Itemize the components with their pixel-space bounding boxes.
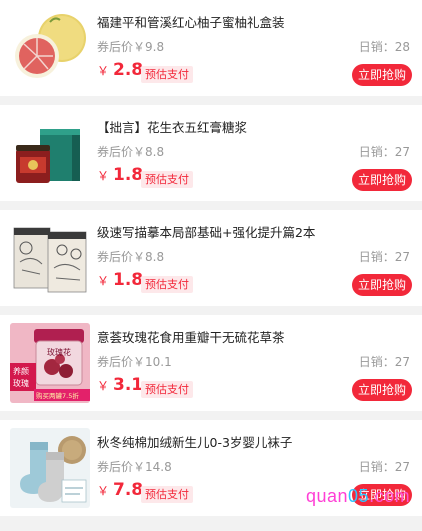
price: ￥ 7.8 (97, 480, 143, 500)
product-title[interactable]: 级速写描摹本局部基础+强化提升篇2本 (97, 222, 397, 241)
buy-now-button[interactable]: 立即抢购 (352, 169, 412, 191)
estimated-pay-tag: 预估支付 (141, 381, 193, 398)
coupon-price: 券后价￥9.8 (97, 40, 165, 54)
daily-sales: 日销：27 (358, 460, 410, 474)
price: ￥ 1.8 (97, 270, 143, 290)
daily-sales: 日销：27 (358, 355, 410, 369)
price-value: 1.8 (113, 270, 144, 290)
product-title[interactable]: 福建平和管溪红心柚子蜜柚礼盒装 (97, 12, 397, 31)
price-value: 3.1 (113, 375, 144, 395)
promo-banner: 购买两罐7.5折 (36, 391, 79, 400)
daily-sales: 日销：27 (358, 250, 410, 264)
syrup-box-image[interactable] (10, 113, 90, 193)
estimated-pay-tag: 预估支付 (141, 171, 193, 188)
product-card[interactable]: 福建平和管溪红心柚子蜜柚礼盒装 券后价￥9.8 日销：28 ￥ 2.8 预估支付 … (0, 0, 422, 96)
product-list: 福建平和管溪红心柚子蜜柚礼盒装 券后价￥9.8 日销：28 ￥ 2.8 预估支付 … (0, 0, 422, 531)
currency-symbol: ￥ (97, 274, 110, 288)
watermark-part2: 05 (348, 486, 370, 506)
buy-now-button[interactable]: 立即抢购 (352, 379, 412, 401)
coupon-price: 券后价￥8.8 (97, 250, 165, 264)
product-card[interactable]: 玫瑰花 养颜 玫瑰 购买两罐7.5折 意荟玫瑰花食用重瓣干无硫花草茶 券后价￥1… (0, 315, 422, 411)
product-title[interactable]: 秋冬纯棉加绒新生儿0-3岁婴儿袜子 (97, 432, 397, 451)
coupon-price: 券后价￥10.1 (97, 355, 172, 369)
currency-symbol: ￥ (97, 64, 110, 78)
watermark-part3: .com (369, 486, 411, 506)
badge-line2: 玫瑰 (13, 378, 29, 388)
watermark: quan05.com (306, 486, 410, 507)
jar-label: 玫瑰花 (47, 347, 71, 357)
baby-socks-image[interactable] (10, 428, 90, 508)
product-card[interactable]: 【拙言】花生衣五红膏糖浆 券后价￥8.8 日销：27 ￥ 1.8 预估支付 立即抢… (0, 105, 422, 201)
watermark-part1: quan (306, 486, 349, 506)
price-value: 1.8 (113, 165, 144, 185)
sketch-book-image[interactable] (10, 218, 90, 298)
currency-symbol: ￥ (97, 484, 110, 498)
coupon-price: 券后价￥14.8 (97, 460, 172, 474)
estimated-pay-tag: 预估支付 (141, 486, 193, 503)
price: ￥ 1.8 (97, 165, 143, 185)
price-value: 7.8 (113, 480, 144, 500)
rose-tea-image[interactable]: 玫瑰花 养颜 玫瑰 购买两罐7.5折 (10, 323, 90, 403)
product-title[interactable]: 意荟玫瑰花食用重瓣干无硫花草茶 (97, 327, 397, 346)
price: ￥ 3.1 (97, 375, 143, 395)
daily-sales: 日销：27 (358, 145, 410, 159)
price: ￥ 2.8 (97, 60, 143, 80)
estimated-pay-tag: 预估支付 (141, 66, 193, 83)
coupon-price: 券后价￥8.8 (97, 145, 165, 159)
buy-now-button[interactable]: 立即抢购 (352, 64, 412, 86)
buy-now-button[interactable]: 立即抢购 (352, 274, 412, 296)
price-value: 2.8 (113, 60, 144, 80)
badge-line1: 养颜 (13, 366, 29, 376)
product-card[interactable]: 级速写描摹本局部基础+强化提升篇2本 券后价￥8.8 日销：27 ￥ 1.8 预估… (0, 210, 422, 306)
daily-sales: 日销：28 (358, 40, 410, 54)
currency-symbol: ￥ (97, 379, 110, 393)
estimated-pay-tag: 预估支付 (141, 276, 193, 293)
currency-symbol: ￥ (97, 169, 110, 183)
product-title[interactable]: 【拙言】花生衣五红膏糖浆 (97, 117, 397, 136)
pomelo-image[interactable] (10, 8, 90, 88)
